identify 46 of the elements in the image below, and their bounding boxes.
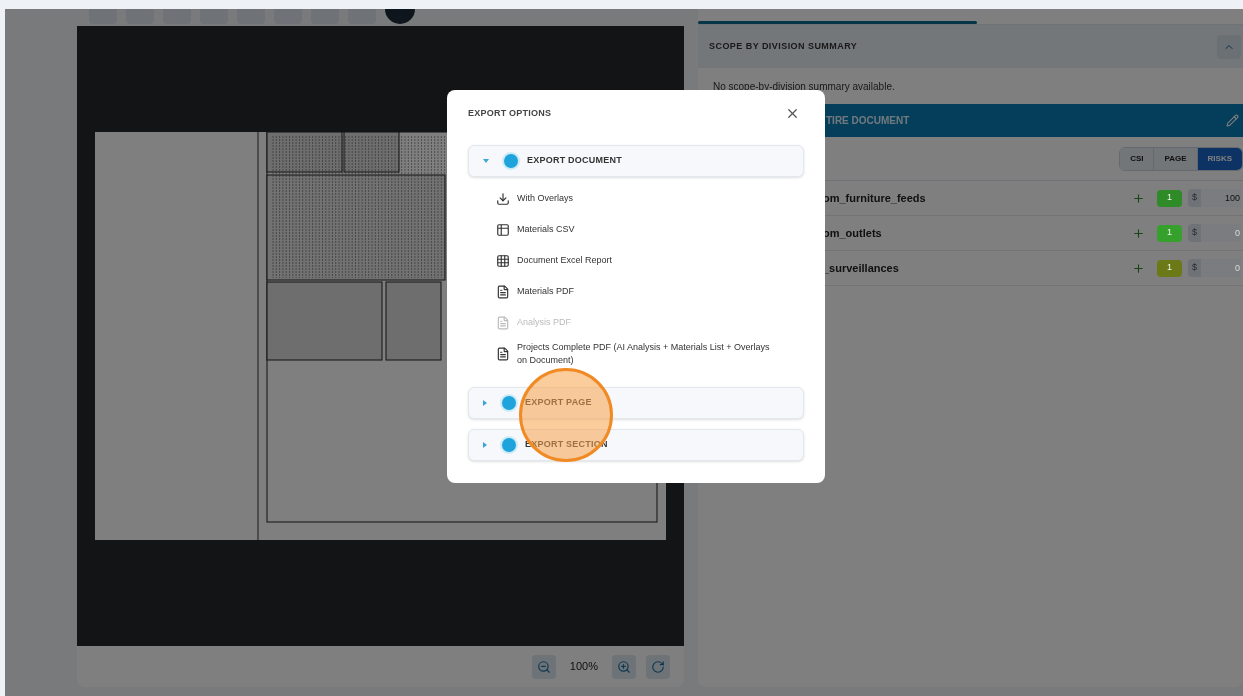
section-header-title: TIRE DOCUMENT [826, 114, 910, 128]
export-option[interactable]: With Overlays [496, 183, 804, 214]
zoom-out-icon [536, 659, 551, 674]
zoom-in-icon [617, 659, 631, 674]
edit-icon[interactable] [1226, 114, 1239, 127]
amount-input[interactable]: 100 [1201, 189, 1241, 207]
collapse-button[interactable] [1217, 34, 1241, 59]
dialog-title: EXPORT OPTIONS [468, 106, 552, 120]
currency-label: $ [1188, 259, 1201, 277]
pdf-file-icon [496, 346, 510, 361]
pdf-file-icon [496, 284, 510, 299]
risk-name: om_outlets [823, 225, 883, 241]
add-icon[interactable] [1132, 226, 1145, 240]
zoom-in-button[interactable] [612, 654, 636, 679]
close-button[interactable] [785, 106, 800, 121]
export-option[interactable]: Projects Complete PDF (AI Analysis + Materials List + Overlays on Document) [496, 338, 804, 369]
download-icon [496, 191, 510, 206]
pdf-file-icon [496, 315, 510, 330]
count-badge: 1 [1157, 224, 1182, 242]
view-toggle[interactable]: CSI [1120, 147, 1154, 170]
add-icon[interactable] [1132, 261, 1145, 275]
count-badge: 1 [1157, 259, 1182, 277]
grid-icon [496, 253, 510, 268]
count-badge: 1 [1157, 189, 1182, 207]
refresh-button[interactable] [646, 654, 670, 679]
export-option[interactable]: Document Excel Report [496, 245, 804, 276]
view-toggle[interactable]: RISKS [1196, 147, 1242, 170]
export-section-header[interactable]: EXPORT DOCUMENT [468, 145, 804, 177]
summary-text: No scope-by-division summary available. [713, 79, 895, 94]
zoom-out-button[interactable] [531, 654, 556, 679]
export-option[interactable]: Materials CSV [496, 214, 804, 245]
currency-label: $ [1188, 189, 1201, 207]
table-icon [496, 222, 510, 237]
view-toggle[interactable]: PAGE [1153, 147, 1197, 170]
amount-input[interactable]: 0 [1201, 259, 1241, 277]
export-section-header[interactable]: EXPORT PAGE [468, 387, 804, 419]
zoom-level: 100% [568, 659, 599, 675]
currency-label: $ [1188, 224, 1201, 242]
add-icon[interactable] [1132, 191, 1145, 205]
risk-name: _surveillances [823, 260, 900, 276]
amount-input[interactable]: 0 [1201, 224, 1241, 242]
refresh-icon [651, 659, 665, 674]
export-option[interactable]: Materials PDF [496, 276, 804, 307]
summary-title: SCOPE BY DIVISION SUMMARY [709, 39, 858, 53]
close-icon [785, 106, 800, 121]
risk-name: om_furniture_feeds [823, 190, 927, 206]
